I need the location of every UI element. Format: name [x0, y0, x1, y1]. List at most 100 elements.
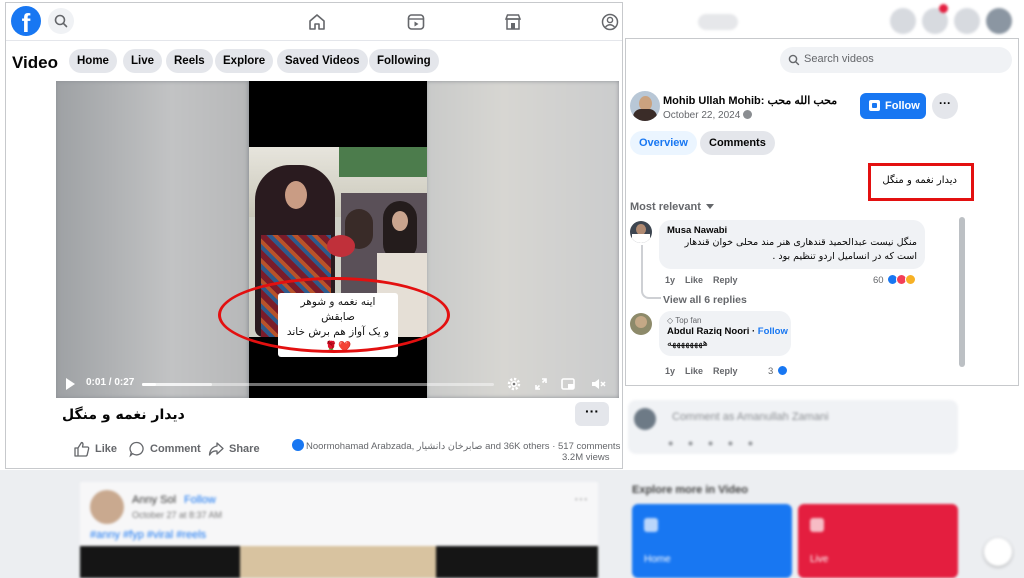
- settings-icon[interactable]: [506, 376, 522, 392]
- top-fan-icon: ◇: [667, 316, 674, 325]
- follow-button[interactable]: Follow: [860, 93, 926, 119]
- follow-label: Follow: [885, 100, 920, 112]
- follow-link[interactable]: Follow: [758, 326, 788, 337]
- explore-title: Explore more in Video: [632, 484, 748, 496]
- profile-icon[interactable]: [600, 12, 620, 32]
- haha-reaction-icon: [905, 274, 917, 285]
- comment-reply[interactable]: Reply: [713, 366, 738, 376]
- reactors-text: Noormohamad Arabzada, صابرخان دانشیار an…: [306, 441, 550, 452]
- author-name[interactable]: Mohib Ullah Mohib: محب الله محب: [663, 94, 837, 107]
- follow-link: Follow: [184, 494, 216, 506]
- more-options-button[interactable]: ···: [932, 93, 958, 119]
- search-placeholder: Search videos: [804, 53, 874, 65]
- blurred-feed-post: Anny Sol Follow October 27 at 8:37 AM #an…: [80, 482, 598, 578]
- like-reaction-icon: [292, 439, 304, 451]
- tab-saved-videos[interactable]: Saved Videos: [277, 49, 368, 73]
- comment-actions: 1y Like Reply: [665, 366, 748, 376]
- globe-icon: [743, 110, 753, 119]
- like-icon: [74, 441, 90, 457]
- player-controls: 0:01 / 0:27: [56, 373, 619, 395]
- comment-time[interactable]: 1y: [665, 366, 675, 376]
- fullscreen-icon[interactable]: [533, 376, 549, 392]
- like-label: Like: [95, 443, 118, 455]
- video-player[interactable]: اینه نغمه و شوهر صابقش و یک آواز هم برش …: [56, 81, 619, 398]
- post-date: October 27 at 8:37 AM: [132, 510, 223, 520]
- comment-label: Comment: [150, 443, 201, 455]
- facebook-logo[interactable]: f: [11, 6, 41, 36]
- comments-count[interactable]: 517 comments: [558, 441, 620, 452]
- reaction-count: 60: [873, 275, 884, 286]
- comment-icon: [129, 441, 144, 458]
- view-replies-link[interactable]: View all 6 replies: [663, 294, 747, 306]
- tab-following[interactable]: Following: [369, 49, 439, 73]
- comment-bubble: Musa Nawabi منگل نیست عبدالحمید قندهاری …: [659, 220, 925, 269]
- reactions-summary[interactable]: Noormohamad Arabzada, صابرخان دانشیار an…: [292, 439, 620, 452]
- menu-icon: [890, 8, 916, 34]
- play-icon[interactable]: [66, 378, 75, 390]
- share-icon: [208, 442, 224, 456]
- post-title: دیدار نغمه و منگل: [62, 407, 185, 423]
- tab-overview[interactable]: Overview: [630, 131, 697, 155]
- composer-tools: ● ● ● ● ●: [668, 438, 760, 448]
- composer-placeholder: Comment as Amanullah Zamani: [672, 411, 829, 423]
- avatar[interactable]: [630, 313, 652, 335]
- comment-author[interactable]: Abdul Raziq Noori: [667, 326, 749, 337]
- comment-sort[interactable]: Most relevant: [630, 201, 714, 213]
- home-icon[interactable]: [307, 12, 327, 32]
- reply-thread-line: [641, 245, 661, 299]
- marketplace-icon[interactable]: [503, 12, 523, 32]
- top-fan-badge: Top fan: [675, 316, 702, 325]
- follow-icon: [869, 100, 880, 111]
- avatar[interactable]: [630, 91, 660, 121]
- highlight-oval: [218, 277, 450, 353]
- sort-label: Most relevant: [630, 201, 701, 213]
- chevron-down-icon: [705, 204, 714, 209]
- mute-icon[interactable]: [590, 376, 606, 392]
- post-media: [80, 546, 598, 578]
- tab-explore[interactable]: Explore: [215, 49, 274, 73]
- comment-author[interactable]: Musa Nawabi: [667, 225, 917, 236]
- pip-icon[interactable]: [560, 376, 576, 392]
- page-title: Video: [12, 53, 58, 72]
- post-date[interactable]: October 22, 2024: [663, 110, 740, 121]
- comment-text-line-1: ههههههههه: [667, 338, 708, 349]
- views-count: 3.2M views: [562, 452, 610, 463]
- seek-bar[interactable]: [142, 383, 494, 386]
- comment-reply[interactable]: Reply: [713, 275, 738, 285]
- avatar[interactable]: [630, 221, 652, 243]
- home-icon: [644, 518, 658, 532]
- post-author: Anny Sol: [132, 494, 177, 506]
- tab-live[interactable]: Live: [123, 49, 163, 73]
- tab-home[interactable]: Home: [69, 49, 117, 73]
- post-description: دیدار نغمه و منگل: [882, 175, 957, 186]
- more-button[interactable]: ···: [575, 402, 609, 426]
- avatar: [986, 8, 1012, 34]
- notification-badge: [939, 4, 948, 13]
- comment-reactions[interactable]: 60: [873, 274, 917, 286]
- comment-like[interactable]: Like: [685, 275, 703, 285]
- comment-bubble: ◇ Top fan Abdul Raziq Noori · Follow ههه…: [659, 311, 791, 356]
- reaction-count: 3: [768, 366, 774, 377]
- scrollbar[interactable]: [959, 217, 965, 367]
- progress-fill: [142, 383, 157, 386]
- comment-reactions[interactable]: 3: [768, 365, 788, 377]
- details-panel: Search videos Mohib Ullah Mohib: محب الل…: [625, 38, 1019, 386]
- search-input[interactable]: Search videos: [780, 47, 1012, 73]
- video-panel: f Video Home Live Reels Explore Saved Vi…: [5, 2, 623, 469]
- video-icon[interactable]: [406, 12, 426, 32]
- avatar: [634, 408, 656, 430]
- tab-comments[interactable]: Comments: [700, 131, 775, 155]
- tab-reels[interactable]: Reels: [166, 49, 213, 73]
- top-nav: f: [6, 3, 622, 41]
- search-button[interactable]: [48, 8, 74, 34]
- explore-card-home: Home: [632, 504, 792, 578]
- comment-like[interactable]: Like: [685, 366, 703, 376]
- comment-time[interactable]: 1y: [665, 275, 675, 285]
- search-icon: [788, 54, 800, 66]
- comment-text-line-2: است که در انساميل اردو تنظیم بود .: [772, 251, 917, 262]
- nav-pill: [698, 14, 738, 30]
- blurred-top-bar: [690, 4, 1024, 38]
- like-reaction-icon: [776, 365, 788, 376]
- time-display: 0:01 / 0:27: [86, 377, 135, 388]
- explore-card-live: Live: [798, 504, 958, 578]
